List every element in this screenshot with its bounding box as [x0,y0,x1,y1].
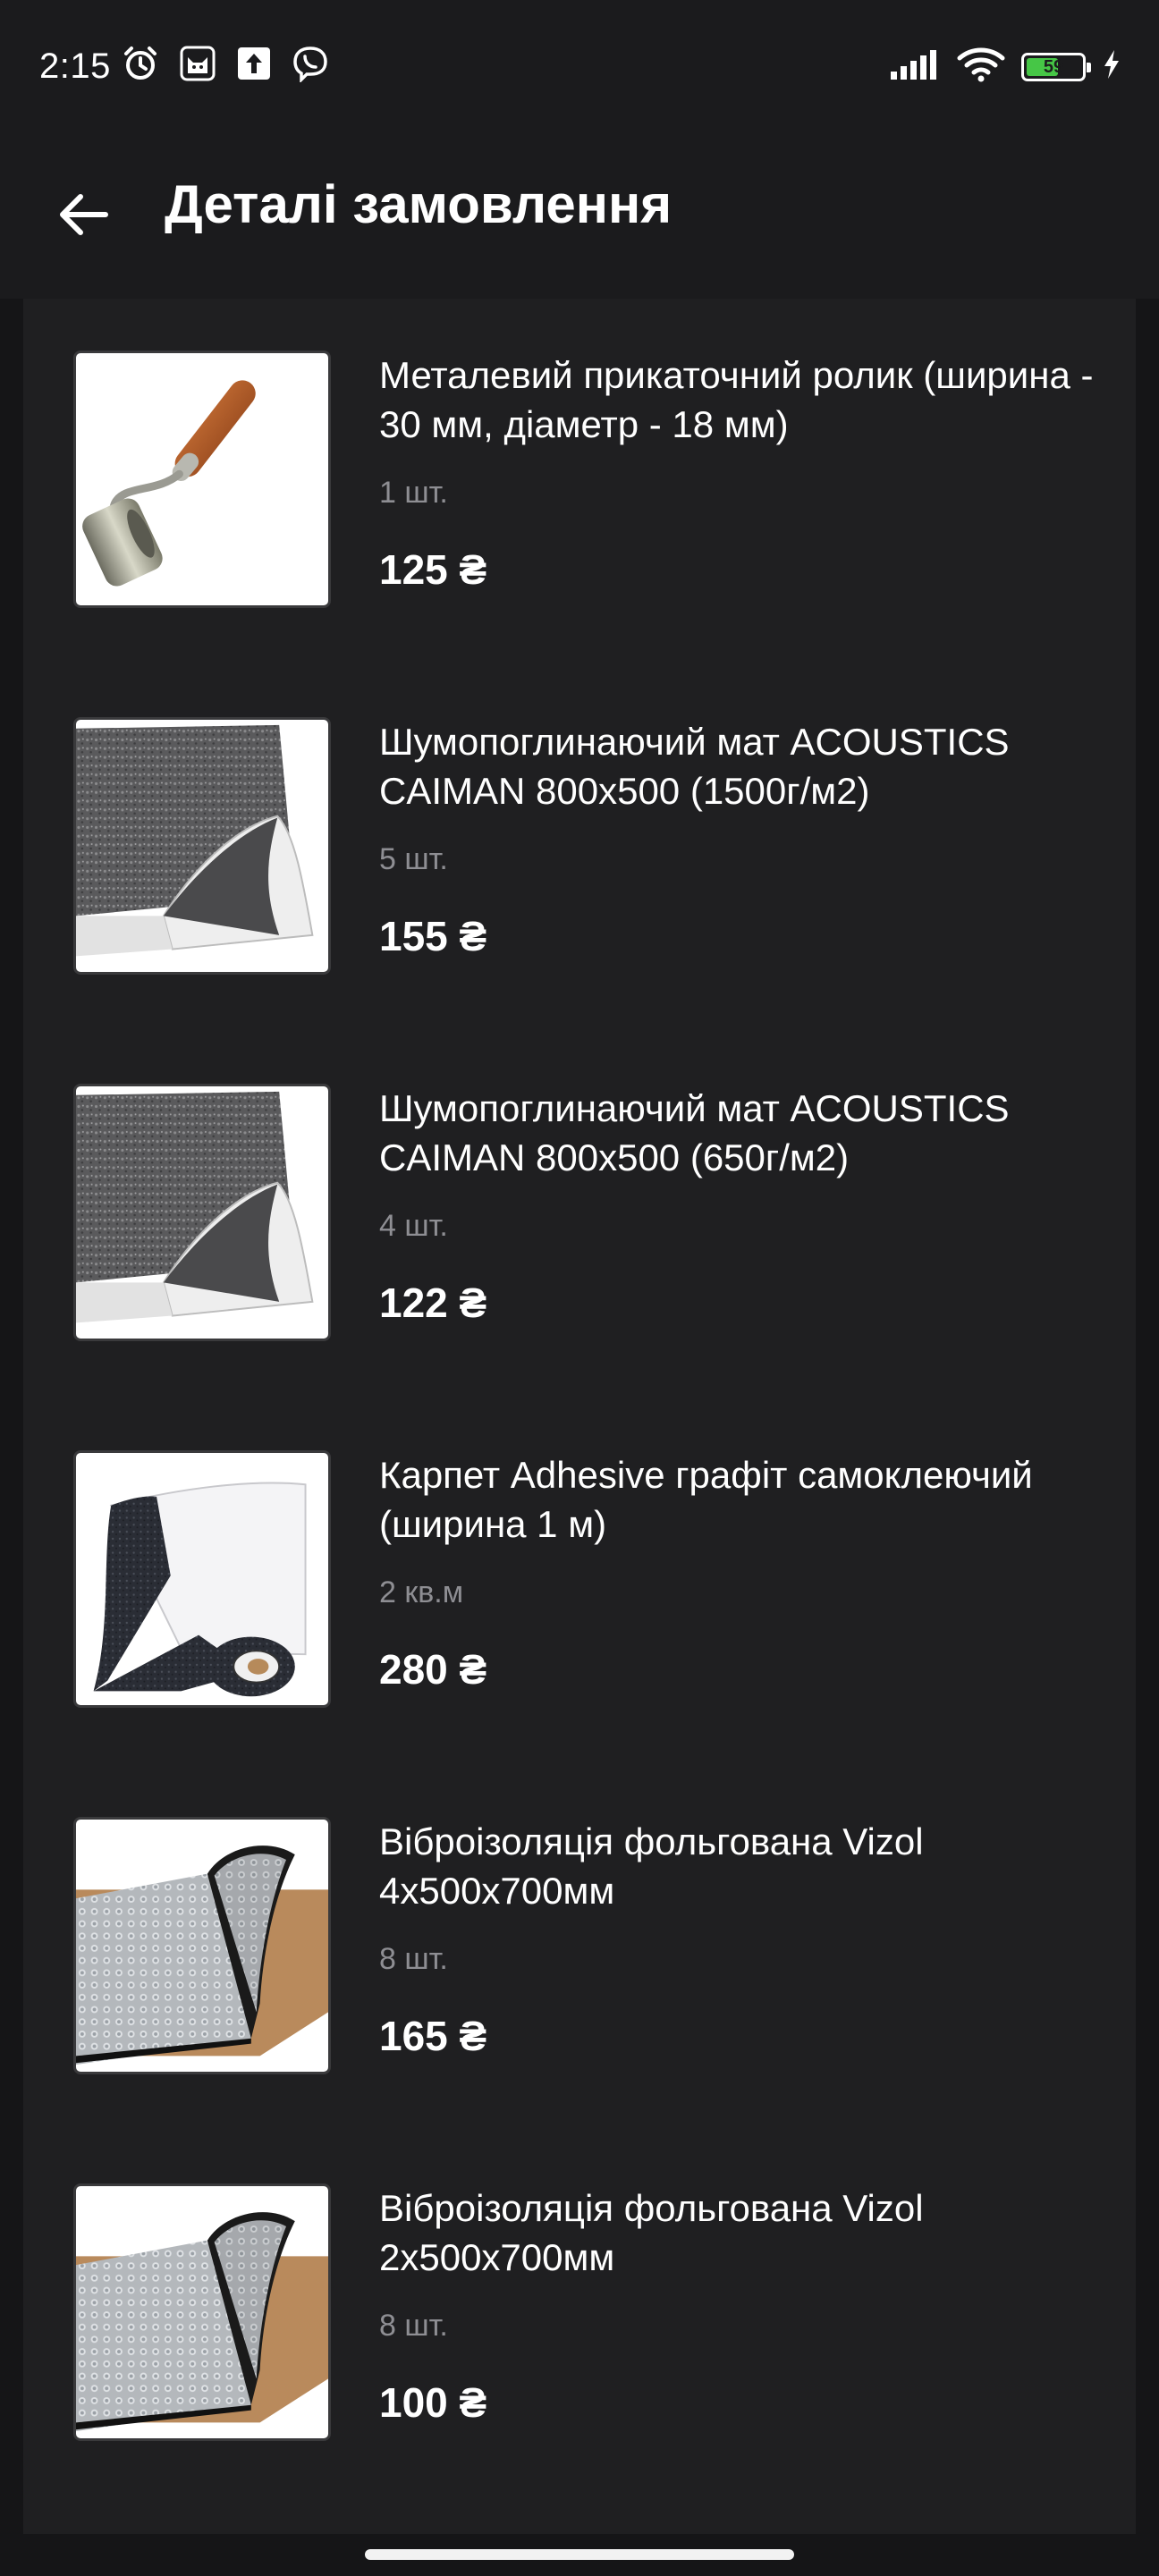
foil-sheet-icon [76,1820,328,2072]
order-item[interactable]: Карпет Adhesive графіт самоклеючий (шири… [73,1450,1111,1710]
page-title: Деталі замовлення [165,174,673,234]
felt-mat-icon [76,720,328,972]
foil-sheet-icon [76,2186,328,2438]
item-name: Шумопоглинаючий мат ACOUSTICS CAIMAN 800… [379,1087,1010,1178]
item-quantity: 2 кв.м [379,1575,464,1609]
item-name: Металевий прикаточний ролик (ширина - 30… [379,354,1094,445]
order-item[interactable]: Віброізоляція фольгована Vizol 4x500x700… [73,1817,1111,2076]
order-item[interactable]: Металевий прикаточний ролик (ширина - 30… [73,351,1111,610]
felt-mat-icon [76,1086,328,1339]
status-time: 2:15 [39,46,111,86]
order-item[interactable]: Шумопоглинаючий мат ACOUSTICS CAIMAN 800… [73,1084,1111,1343]
battery-icon: 59 [1021,52,1091,81]
item-price: 122 ₴ [379,1280,487,1326]
product-image [73,1450,331,1708]
item-price: 155 ₴ [379,913,487,959]
item-price: 165 ₴ [379,2013,487,2059]
app-bar: Деталі замовлення [0,134,1159,299]
wifi-icon [957,46,1005,87]
product-image [73,2183,331,2441]
order-item[interactable]: Віброізоляція фольгована Vizol 2x500x700… [73,2183,1111,2443]
order-items-list: Металевий прикаточний ролик (ширина - 30… [23,299,1136,2534]
system-icons: 59 [889,46,1121,87]
charging-icon [1102,48,1121,85]
item-name: Віброізоляція фольгована Vizol 2x500x700… [379,2187,924,2278]
roller-icon [76,353,328,605]
battery-percent: 59 [1043,56,1064,77]
item-price: 280 ₴ [379,1646,487,1693]
item-quantity: 5 шт. [379,842,448,876]
item-quantity: 4 шт. [379,1209,448,1243]
cat-app-icon [179,45,216,87]
back-button[interactable] [47,181,118,252]
product-image [73,1084,331,1341]
product-image [73,717,331,975]
item-name: Карпет Adhesive графіт самоклеючий (шири… [379,1454,1033,1545]
status-bar: 2:15 59 [0,0,1159,134]
item-price: 100 ₴ [379,2379,487,2426]
product-image [73,351,331,608]
order-item[interactable]: Шумопоглинаючий мат ACOUSTICS CAIMAN 800… [73,717,1111,976]
product-image [73,1817,331,2074]
item-name: Віброізоляція фольгована Vizol 4x500x700… [379,1820,924,1912]
item-price: 125 ₴ [379,546,487,593]
home-indicator[interactable] [365,2549,794,2560]
upload-icon [236,46,272,86]
notification-icons [122,45,329,87]
item-name: Шумопоглинаючий мат ACOUSTICS CAIMAN 800… [379,721,1010,812]
carpet-roll-icon [76,1453,328,1705]
item-quantity: 1 шт. [379,476,448,510]
item-quantity: 8 шт. [379,2309,448,2343]
arrow-left-icon [55,191,109,242]
alarm-icon [122,45,159,87]
viber-icon [292,45,329,87]
item-quantity: 8 шт. [379,1942,448,1976]
signal-icon [889,48,941,85]
